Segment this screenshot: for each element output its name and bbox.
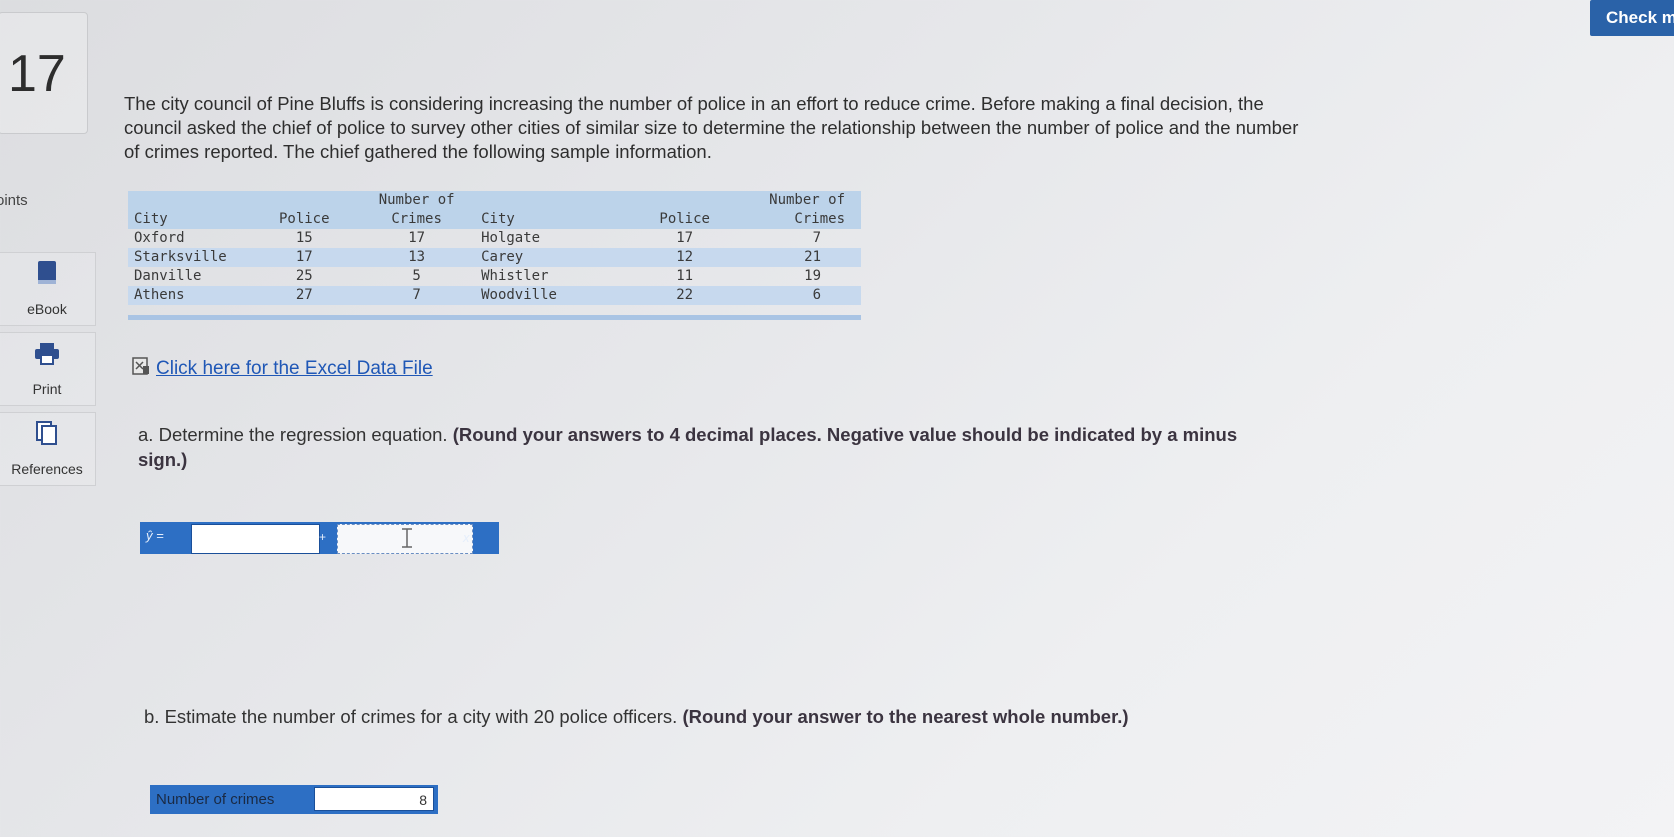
references-icon [35, 420, 59, 451]
cell-police: 17 [676, 230, 694, 246]
regression-equation-row: ŷ = + x [140, 522, 499, 554]
cell-city: Woodville [475, 286, 618, 305]
cell-city: Holgate [481, 230, 541, 246]
cell-crimes: 13 [358, 248, 476, 267]
part-b-text: Estimate the number of crimes for a city… [164, 706, 678, 727]
print-label: Print [32, 381, 62, 397]
cell-police: 27 [250, 286, 359, 305]
check-my-work-button[interactable]: Check m [1590, 0, 1674, 36]
excel-file-icon [132, 357, 150, 381]
text-cursor-icon [399, 528, 415, 553]
part-a-prefix: a. [138, 424, 154, 445]
header-police-1: Police [250, 191, 359, 229]
excel-data-link[interactable]: Click here for the Excel Data File [132, 357, 433, 381]
cell-police: 25 [295, 268, 313, 284]
cell-crimes: 21 [752, 248, 861, 267]
part-b-question: b. Estimate the number of crimes for a c… [144, 706, 1129, 728]
part-b-instruction: (Round your answer to the nearest whole … [682, 706, 1129, 727]
cell-city: Starksville [128, 248, 251, 267]
header-police-2: Police [617, 191, 753, 229]
cell-police: 11 [676, 268, 694, 284]
question-number: 17 [8, 45, 66, 103]
references-button[interactable]: References [0, 412, 96, 486]
header-crimes-2: Number of Crimes [752, 191, 861, 229]
table-row: Starksville 17 13 Carey 12 21 [128, 248, 861, 267]
table-row: Athens 27 7 Woodville 22 6 [128, 286, 861, 305]
question-intro: The city council of Pine Bluffs is consi… [124, 93, 1299, 162]
part-a-text: Determine the regression equation. [158, 424, 448, 445]
book-icon [36, 260, 58, 291]
number-of-crimes-input[interactable]: 8 [314, 787, 434, 811]
cell-city: Athens [128, 286, 251, 305]
intercept-input[interactable] [191, 524, 320, 554]
print-button[interactable]: Print [0, 332, 96, 406]
cell-police: 12 [617, 248, 753, 267]
cell-police: 22 [617, 286, 753, 305]
plus-label: + [319, 530, 327, 544]
excel-link-text[interactable]: Click here for the Excel Data File [156, 358, 433, 380]
cell-police: 15 [295, 230, 313, 246]
cell-crimes: 17 [408, 230, 426, 246]
number-of-crimes-row: Number of crimes 8 [150, 785, 438, 814]
number-of-crimes-label: Number of crimes [156, 791, 275, 808]
cell-crimes: 6 [752, 286, 861, 305]
points-label: oints [0, 192, 28, 209]
cell-city: Whistler [481, 268, 549, 284]
references-label: References [11, 461, 83, 477]
part-b-prefix: b. [144, 706, 160, 727]
table-header-row: City Police Number of Crimes City Police… [128, 191, 861, 229]
ebook-button[interactable]: eBook [0, 252, 96, 326]
cell-crimes: 7 [358, 286, 476, 305]
table-row: Oxford 15 17 Holgate 17 7 [128, 229, 861, 248]
cell-city: Carey [475, 248, 618, 267]
header-city-2: City [475, 191, 618, 229]
cell-crimes: 7 [812, 230, 821, 246]
x-label: x [463, 530, 470, 545]
cell-crimes: 19 [804, 268, 821, 284]
header-city-1: City [128, 191, 251, 229]
header-crimes-1: Number of Crimes [358, 191, 476, 229]
cell-city: Oxford [134, 230, 185, 246]
printer-icon [34, 342, 60, 371]
table-row: Danville 25 5 Whistler 11 19 [128, 267, 861, 286]
cell-crimes: 5 [412, 268, 421, 284]
ebook-label: eBook [27, 301, 67, 317]
cell-police: 17 [250, 248, 359, 267]
table-footer-rule [128, 305, 861, 320]
part-a-question: a. Determine the regression equation. (R… [138, 422, 1288, 472]
cell-city: Danville [134, 268, 202, 284]
yhat-label: ŷ = [146, 528, 164, 543]
data-table: City Police Number of Crimes City Police… [128, 191, 861, 320]
